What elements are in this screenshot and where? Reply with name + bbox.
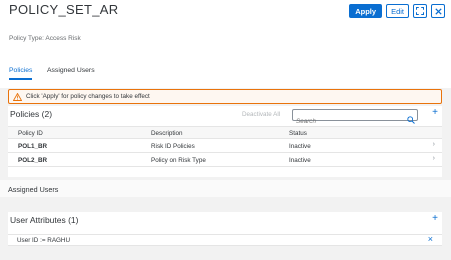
list-item: User ID := RAGHU ×: [8, 234, 442, 246]
tab-assigned-users[interactable]: Assigned Users: [47, 67, 95, 74]
assigned-users-section-header: Assigned Users: [0, 180, 451, 197]
fullscreen-button[interactable]: [413, 4, 427, 18]
deactivate-all-button[interactable]: Deactivate All: [242, 111, 280, 118]
policies-section: Policies (2) Deactivate All + Policy ID …: [8, 106, 442, 177]
attribute-text: User ID := RAGHU: [17, 237, 71, 244]
close-button[interactable]: [431, 4, 445, 18]
header-toolbar: Apply Edit: [349, 4, 445, 18]
policies-title: Policies (2): [10, 109, 53, 119]
remove-attribute-icon[interactable]: ×: [428, 234, 433, 244]
status-cell: Inactive: [289, 143, 311, 150]
add-policy-icon[interactable]: +: [432, 108, 438, 118]
table-header: Policy ID Description Status: [8, 126, 442, 139]
fullscreen-icon: [416, 7, 424, 15]
add-attribute-icon[interactable]: +: [432, 214, 438, 224]
assigned-users-title: Assigned Users: [8, 185, 59, 194]
user-attributes-section: User Attributes (1) + User ID := RAGHU ×: [8, 212, 442, 246]
policy-id-cell: POL1_BR: [18, 143, 48, 150]
policy-type-label: Policy Type: Access Risk: [9, 35, 81, 42]
policy-search: [292, 109, 418, 127]
column-header: Status: [289, 130, 307, 137]
policy-id-cell: POL2_BR: [18, 157, 48, 164]
tab-policies[interactable]: Policies: [9, 67, 33, 80]
warning-message-strip: Click 'Apply' for policy changes to take…: [8, 89, 442, 104]
close-icon: [434, 7, 442, 15]
warning-icon: [13, 92, 22, 101]
table-row[interactable]: POL2_BR Policy on Risk Type Inactive ›: [8, 154, 442, 167]
description-cell: Risk ID Policies: [151, 143, 195, 150]
page-title: POLICY_SET_AR: [9, 2, 119, 17]
warning-text: Click 'Apply' for policy changes to take…: [26, 93, 150, 100]
table-row[interactable]: POL1_BR Risk ID Policies Inactive ›: [8, 140, 442, 153]
column-header: Policy ID: [18, 130, 43, 137]
chevron-right-icon: ›: [432, 141, 435, 148]
description-cell: Policy on Risk Type: [151, 157, 206, 164]
chevron-right-icon: ›: [432, 155, 435, 162]
column-header: Description: [151, 130, 183, 137]
apply-button[interactable]: Apply: [349, 4, 383, 18]
edit-button[interactable]: Edit: [386, 4, 409, 18]
tab-bar: Policies Assigned Users: [0, 64, 451, 80]
status-cell: Inactive: [289, 157, 311, 164]
search-input[interactable]: [293, 116, 401, 127]
user-attributes-title: User Attributes (1): [10, 215, 79, 225]
